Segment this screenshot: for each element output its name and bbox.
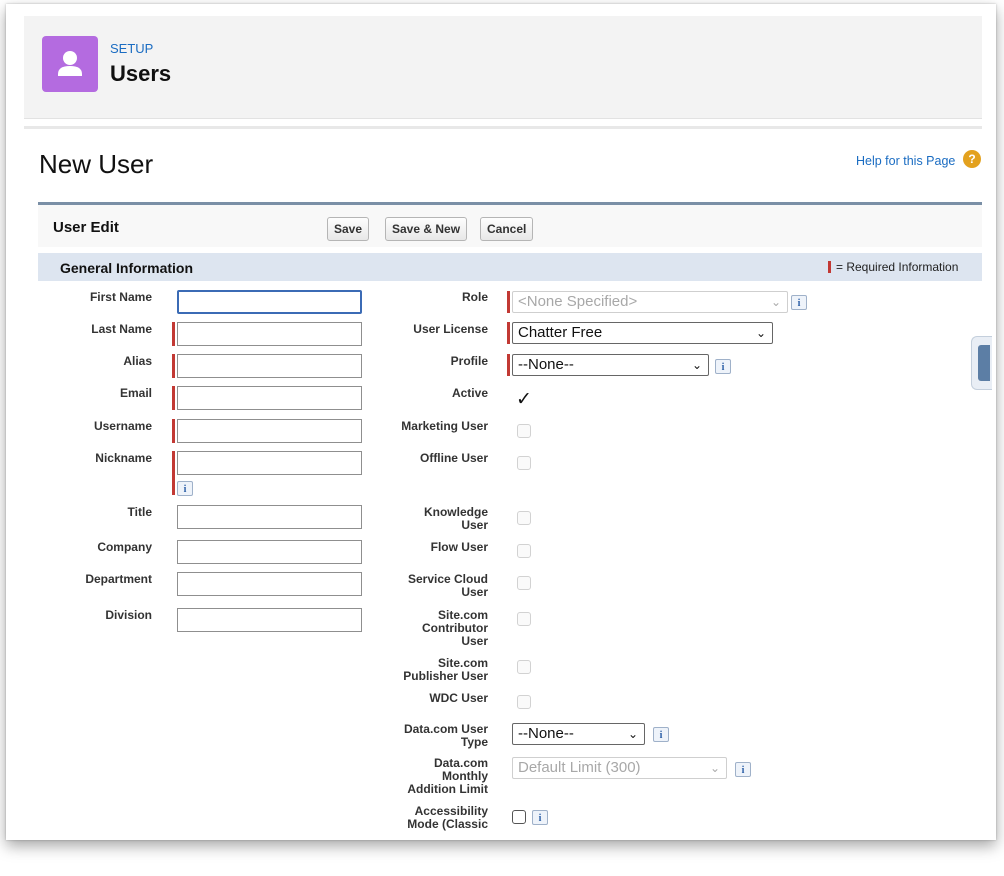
datacom-monthly-limit-select-value: Default Limit (300) [518,759,641,776]
role-select-value: <None Specified> [518,293,638,310]
setup-eyebrow: SETUP [110,41,154,56]
offline-user-checkbox[interactable] [517,456,531,470]
wdc-user-checkbox[interactable] [517,695,531,709]
help-icon[interactable]: ? [963,150,981,168]
section-title: General Information [60,260,194,276]
accessibility-mode-checkbox[interactable] [512,810,526,824]
profile-select[interactable]: --None-- ⌄ [512,354,709,376]
profile-info-icon[interactable]: i [715,359,731,374]
department-input[interactable] [177,572,362,596]
datacom-user-type-label: Data.com User Type [368,723,488,749]
nickname-input[interactable] [177,451,362,475]
datacom-monthly-limit-select[interactable]: Default Limit (300) ⌄ [512,757,727,779]
required-indicator [507,354,510,376]
nickname-info-icon[interactable]: i [177,481,193,496]
last-name-input[interactable] [177,322,362,346]
page-title: New User [39,149,154,179]
required-indicator [172,451,175,495]
setup-title: Users [110,61,172,86]
label-line: User [461,585,488,599]
chevron-down-icon: ⌄ [691,358,702,372]
alias-input[interactable] [177,354,362,378]
knowledge-user-checkbox[interactable] [517,511,531,525]
required-indicator [172,354,175,378]
required-indicator [507,322,510,344]
help-link[interactable]: Help for this Page [856,154,955,168]
role-info-icon[interactable]: i [791,295,807,310]
active-checkbox[interactable]: ✓ [516,388,532,411]
last-name-label: Last Name [91,322,152,336]
department-label: Department [85,572,152,586]
title-label: Title [127,505,152,519]
accessibility-mode-label: Accessibility Mode (Classic [368,805,488,831]
first-name-input[interactable] [177,290,362,314]
role-select[interactable]: <None Specified> ⌄ [512,291,788,313]
required-indicator [172,386,175,410]
cancel-button[interactable]: Cancel [480,217,534,241]
side-panel-handle [978,345,990,381]
label-line: Type [460,735,488,749]
email-input[interactable] [177,386,362,410]
site-publisher-user-label: Site.com Publisher User [368,657,488,683]
active-label: Active [451,386,488,400]
division-input[interactable] [177,608,362,632]
flow-user-label: Flow User [430,540,488,554]
title-input[interactable] [177,505,362,529]
username-input[interactable] [177,419,362,443]
save-button[interactable]: Save [327,217,370,241]
page-card: SETUP Users New User Help for this Page … [6,4,996,840]
username-label: Username [93,419,152,433]
label-line: Mode (Classic [407,817,488,831]
site-contributor-user-checkbox[interactable] [517,612,531,626]
label-line: User [461,634,488,648]
division-label: Division [105,608,152,622]
knowledge-user-label: Knowledge User [368,506,488,532]
side-panel-tab[interactable] [971,336,992,390]
company-label: Company [97,540,152,554]
required-indicator [507,291,510,313]
flow-user-checkbox[interactable] [517,544,531,558]
datacom-user-type-select-value: --None-- [518,725,574,742]
role-label: Role [461,290,488,304]
required-indicator [172,322,175,346]
chevron-down-icon: ⌄ [755,326,766,340]
chevron-down-icon: ⌄ [627,727,638,741]
email-label: Email [119,386,152,400]
required-legend: = Required Information [836,260,959,274]
site-publisher-user-checkbox[interactable] [517,660,531,674]
edit-title: User Edit [53,219,119,236]
label-line: Publisher User [403,669,488,683]
user-license-select[interactable]: Chatter Free ⌄ [512,322,773,344]
datacom-user-type-info-icon[interactable]: i [653,727,669,742]
wdc-user-label: WDC User [429,691,488,705]
required-marker [828,261,831,273]
profile-select-value: --None-- [518,356,574,373]
profile-label: Profile [450,354,488,368]
accessibility-mode-info-icon[interactable]: i [532,810,548,825]
label-line: Addition Limit [407,782,488,796]
datacom-monthly-limit-info-icon[interactable]: i [735,762,751,777]
required-indicator [172,419,175,443]
first-name-label: First Name [89,290,152,304]
marketing-user-label: Marketing User [401,419,488,433]
setup-header: SETUP Users [24,16,982,119]
user-license-select-value: Chatter Free [518,324,603,341]
service-cloud-user-checkbox[interactable] [517,576,531,590]
alias-label: Alias [123,354,152,368]
chevron-down-icon: ⌄ [709,761,720,775]
site-contributor-user-label: Site.com Contributor User [368,609,488,648]
datacom-monthly-limit-label: Data.com Monthly Addition Limit [368,757,488,796]
service-cloud-user-label: Service Cloud User [368,573,488,599]
label-line: User [461,518,488,532]
chevron-down-icon: ⌄ [770,295,781,309]
nickname-label: Nickname [95,451,152,465]
datacom-user-type-select[interactable]: --None-- ⌄ [512,723,645,745]
offline-user-label: Offline User [419,451,488,465]
user-icon [42,36,98,92]
save-and-new-button[interactable]: Save & New [385,217,468,241]
marketing-user-checkbox[interactable] [517,424,531,438]
company-input[interactable] [177,540,362,564]
user-license-label: User License [413,322,488,336]
header-divider [24,126,982,129]
